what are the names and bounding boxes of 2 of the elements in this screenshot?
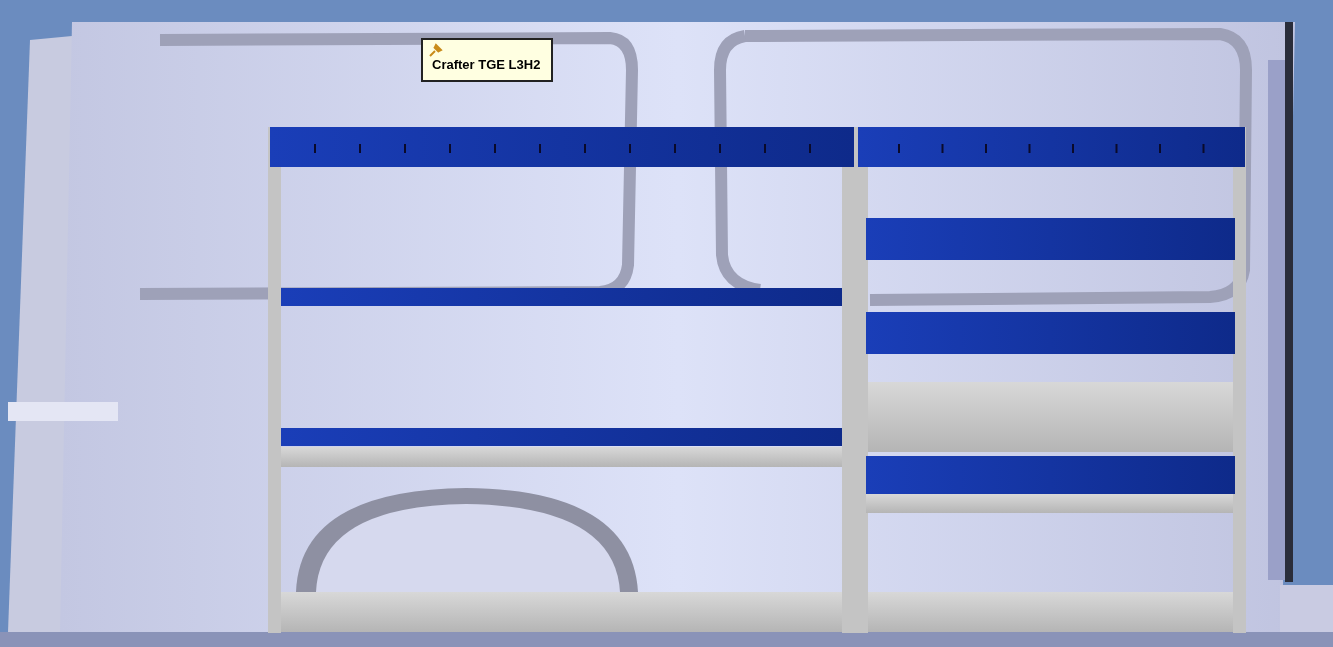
tooltip-label: Crafter TGE L3H2 <box>432 57 541 72</box>
pushpin-icon <box>429 43 443 57</box>
